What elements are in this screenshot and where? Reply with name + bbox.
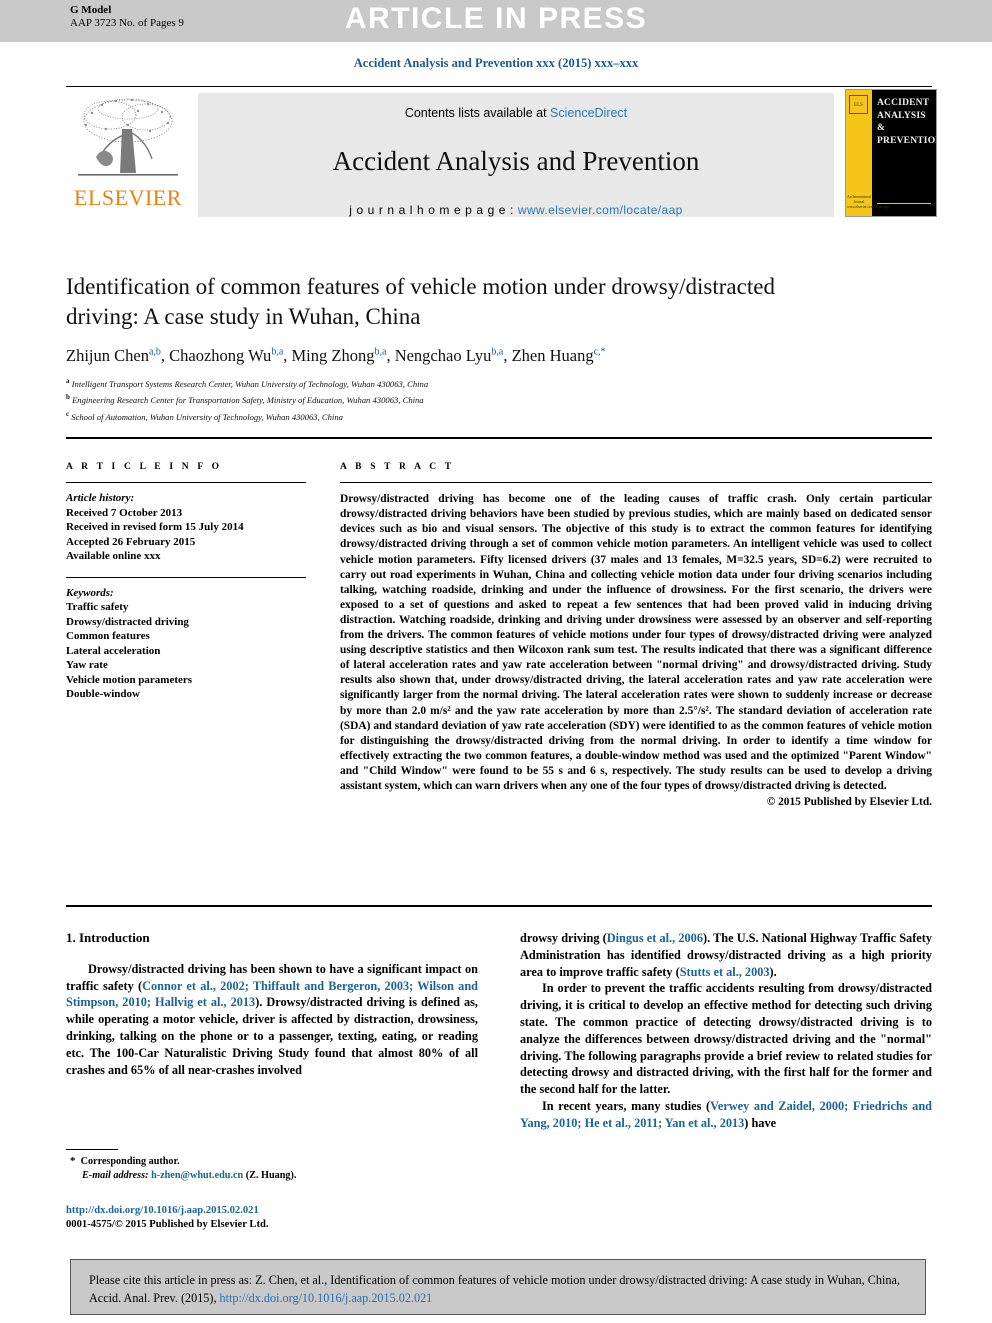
contents-prefix: Contents lists available at (404, 106, 551, 120)
section-heading-introduction: 1. Introduction (66, 930, 150, 945)
keyword-item: Common features (66, 630, 150, 643)
footnote-rule (66, 1149, 118, 1151)
corresponding-author-text: Corresponding author. (80, 1156, 180, 1168)
journal-reference-line: Accident Analysis and Prevention xxx (20… (353, 56, 639, 70)
abstract-rule (340, 482, 932, 484)
article-history-block: Article history: Received 7 October 2013… (66, 491, 306, 564)
doi-block: http://dx.doi.org/10.1016/j.aap.2015.02.… (66, 1204, 486, 1232)
email-label: E-mail address: (82, 1169, 149, 1181)
affiliation-mark: a (66, 377, 70, 385)
author-affil-mark: b,a (491, 346, 504, 358)
abstract-column: A B S T R A C T Drowsy/distracted drivin… (340, 462, 932, 808)
right3-text-b: ) have (744, 1115, 777, 1130)
article-history-label: Article history: (66, 492, 135, 505)
cover-title-text: ACCIDENT ANALYSIS & PREVENTION (877, 98, 937, 146)
divider-above-abstract (66, 437, 932, 439)
history-item: Available online xxx (66, 550, 161, 563)
masthead-center-panel: Contents lists available at ScienceDirec… (198, 93, 834, 217)
journal-title: Accident Analysis and Prevention (332, 146, 700, 176)
keywords-rule (66, 576, 306, 578)
affiliation-text: Intelligent Transport Systems Research C… (71, 378, 429, 389)
cover-elsevier-logo-icon: ELS (849, 95, 868, 114)
keyword-item: Traffic safety (66, 601, 129, 614)
right-paragraph-1: drowsy driving (Dingus et al., 2006). Th… (520, 930, 932, 980)
article-info-column: A R T I C L E I N F O Article history: R… (66, 462, 306, 702)
affiliation-mark: b (66, 393, 70, 402)
history-item: Accepted 26 February 2015 (66, 535, 196, 548)
keywords-block: Keywords: Traffic safety Drowsy/distract… (66, 586, 306, 702)
right3-text-a: In recent years, many studies ( (542, 1098, 711, 1113)
keyword-item: Lateral acceleration (66, 644, 161, 657)
email-link[interactable]: h-zhen@whut.edu.cn (151, 1170, 243, 1181)
keyword-item: Drowsy/distracted driving (66, 615, 189, 628)
journal-cover-thumbnail: ELS An International Journal www.elsevie… (845, 89, 937, 217)
affiliation-mark: c (66, 409, 70, 418)
article-info-rule (66, 482, 306, 484)
affiliation-item: c School of Automation, Wuhan University… (66, 408, 846, 424)
right-text-a: drowsy driving ( (520, 931, 607, 945)
cover-divider (877, 203, 931, 204)
author-affil-mark: b,a (374, 346, 387, 358)
please-cite-box: Please cite this article in press as: Z.… (70, 1259, 926, 1315)
article-info-heading: A R T I C L E I N F O (66, 462, 223, 472)
g-model-line: G Model (70, 4, 112, 16)
contents-available-line: Contents lists available at ScienceDirec… (198, 106, 834, 120)
corresponding-author-note: * Corresponding author. (66, 1155, 478, 1169)
abstract-copyright: © 2015 Published by Elsevier Ltd. (766, 796, 932, 809)
journal-homepage-link[interactable]: www.elsevier.com/locate/aap (518, 203, 683, 217)
author-list: Zhijun Chena,b, Chaozhong Wub,a, Ming Zh… (66, 346, 606, 365)
journal-masthead: ELSEVIER Contents lists available at Sci… (66, 86, 937, 220)
cite-box-text: Please cite this article in press as: Z.… (89, 1273, 900, 1305)
footnote-block: * Corresponding author. E-mail address: … (66, 1149, 478, 1183)
body-column-right: drowsy driving (Dingus et al., 2006). Th… (520, 930, 932, 1132)
email-owner: (Z. Huang). (245, 1169, 297, 1181)
affiliation-item: a Intelligent Transport Systems Research… (66, 375, 846, 391)
intro-paragraph-1: Drowsy/distracted driving has been shown… (66, 961, 478, 1079)
g-model-block: G Model AAP 3723 No. of Pages 9 (70, 4, 184, 30)
keyword-item: Yaw rate (66, 659, 108, 672)
email-note: E-mail address: h-zhen@whut.edu.cn (Z. H… (66, 1169, 478, 1183)
affiliation-list: a Intelligent Transport Systems Research… (66, 375, 846, 424)
journal-homepage-line: j o u r n a l h o m e p a g e : www.else… (198, 203, 834, 217)
elsevier-wordmark: ELSEVIER (74, 185, 182, 210)
abstract-text: Drowsy/distracted driving has become one… (340, 493, 932, 792)
manuscript-number-line: AAP 3723 No. of Pages 9 (70, 17, 184, 29)
abstract-heading: A B S T R A C T (340, 462, 455, 472)
elsevier-logo: ELSEVIER (66, 93, 190, 217)
citation-link[interactable]: Stutts et al., 2003 (680, 965, 770, 979)
cite-box-doi-link[interactable]: http://dx.doi.org/10.1016/j.aap.2015.02.… (220, 1291, 433, 1305)
right-paragraph-2: In order to prevent the traffic accident… (520, 981, 932, 1097)
cover-footer-text: An International Journal www.elsevier.co… (847, 195, 890, 209)
right-paragraph-3: In recent years, many studies (Verwey an… (520, 1098, 932, 1132)
keyword-item: Vehicle motion parameters (66, 673, 193, 686)
author-affil-mark: a,b (148, 346, 161, 358)
right-text-c: ). (769, 964, 777, 979)
affiliation-item: b Engineering Research Center for Transp… (66, 391, 846, 407)
sciencedirect-link[interactable]: ScienceDirect (550, 106, 627, 120)
affiliation-text: Engineering Research Center for Transpor… (72, 395, 424, 406)
page-title: Identification of common features of veh… (66, 274, 775, 329)
citation-link[interactable]: Dingus et al., 2006 (607, 931, 703, 945)
cover-spine: ELS An International Journal www.elsevie… (846, 90, 890, 216)
keyword-item: Double-window (66, 688, 140, 701)
asterisk-icon: * (70, 1155, 76, 1168)
elsevier-tree-icon (78, 98, 178, 176)
history-item: Received in revised form 15 July 2014 (66, 521, 244, 534)
homepage-label: j o u r n a l h o m e p a g e : (349, 203, 518, 217)
keywords-label: Keywords: (66, 586, 114, 599)
doi-link[interactable]: http://dx.doi.org/10.1016/j.aap.2015.02.… (66, 1204, 486, 1218)
issn-copyright-line: 0001-4575/© 2015 Published by Elsevier L… (66, 1219, 269, 1230)
body-column-left: 1. Introduction Drowsy/distracted drivin… (66, 930, 478, 1078)
affiliation-text: School of Automation, Wuhan University o… (71, 411, 343, 422)
divider-above-body (66, 905, 932, 907)
author-affil-mark: b,a (271, 346, 284, 358)
author-affil-mark: c,* (593, 346, 606, 358)
history-item: Received 7 October 2013 (66, 506, 183, 519)
